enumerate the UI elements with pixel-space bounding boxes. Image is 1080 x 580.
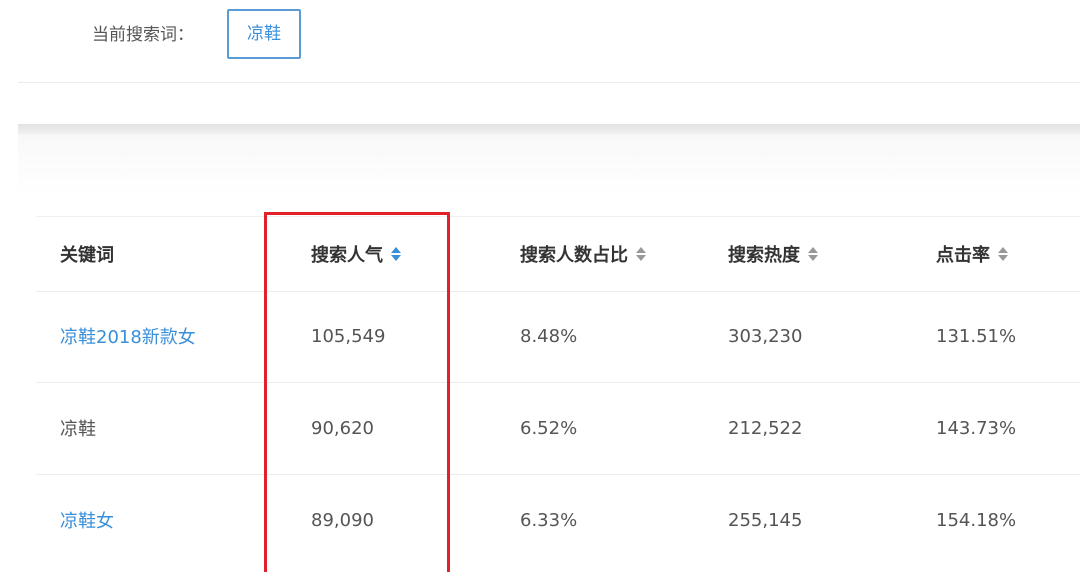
search-popularity-value: 90,620 [311,417,374,439]
header-search-popularity[interactable]: 搜索人气 [311,217,401,291]
keyword-link[interactable]: 凉鞋2018新款女 [60,290,196,382]
table-row: 凉鞋2018新款女 105,549 8.48% 303,230 131.51% [36,290,1080,383]
header-keyword: 关键词 [60,217,114,291]
searcher-share-value: 8.48% [520,325,578,347]
search-term-panel: 当前搜索词： 凉鞋 [18,0,1080,83]
click-rate-value: 131.51% [936,325,1017,347]
section-divider [18,124,1080,134]
search-popularity-value: 89,090 [311,509,374,531]
table-header-row: 关键词 搜索人气 搜索人数占比 搜索热度 点击率 [36,216,1080,292]
search-heat-value: 212,522 [728,417,803,439]
sort-icon[interactable] [808,246,818,262]
header-search-heat-label: 搜索热度 [728,245,800,266]
header-click-rate-label: 点击率 [936,245,990,266]
header-searcher-share[interactable]: 搜索人数占比 [520,217,646,291]
header-searcher-share-label: 搜索人数占比 [520,245,628,266]
click-rate-value: 154.18% [936,509,1017,531]
header-keyword-label: 关键词 [60,245,114,266]
header-search-heat[interactable]: 搜索热度 [728,217,818,291]
search-term-chip[interactable]: 凉鞋 [227,9,301,59]
sort-icon[interactable] [636,246,646,262]
sort-icon[interactable] [998,246,1008,262]
keyword-table: 关键词 搜索人气 搜索人数占比 搜索热度 点击率 凉鞋2018新款女 105,5… [36,216,1080,580]
search-term-label: 当前搜索词： [92,25,194,45]
click-rate-value: 143.73% [936,417,1017,439]
header-search-popularity-label: 搜索人气 [311,245,383,266]
table-row: 凉鞋 90,620 6.52% 212,522 143.73% [36,382,1080,475]
search-heat-value: 303,230 [728,325,803,347]
page: 当前搜索词： 凉鞋 关键词 搜索人气 搜索人数占比 搜索热度 点击率 凉鞋201… [0,0,1080,580]
table-row: 凉鞋女 89,090 6.33% 255,145 154.18% [36,474,1080,580]
search-popularity-value: 105,549 [311,325,386,347]
keyword-text: 凉鞋 [60,419,96,440]
search-heat-value: 255,145 [728,509,803,531]
keyword-link[interactable]: 凉鞋女 [60,474,114,566]
header-click-rate[interactable]: 点击率 [936,217,1008,291]
searcher-share-value: 6.52% [520,417,578,439]
searcher-share-value: 6.33% [520,509,578,531]
sort-icon[interactable] [391,246,401,262]
section-divider-fade [18,134,1080,194]
